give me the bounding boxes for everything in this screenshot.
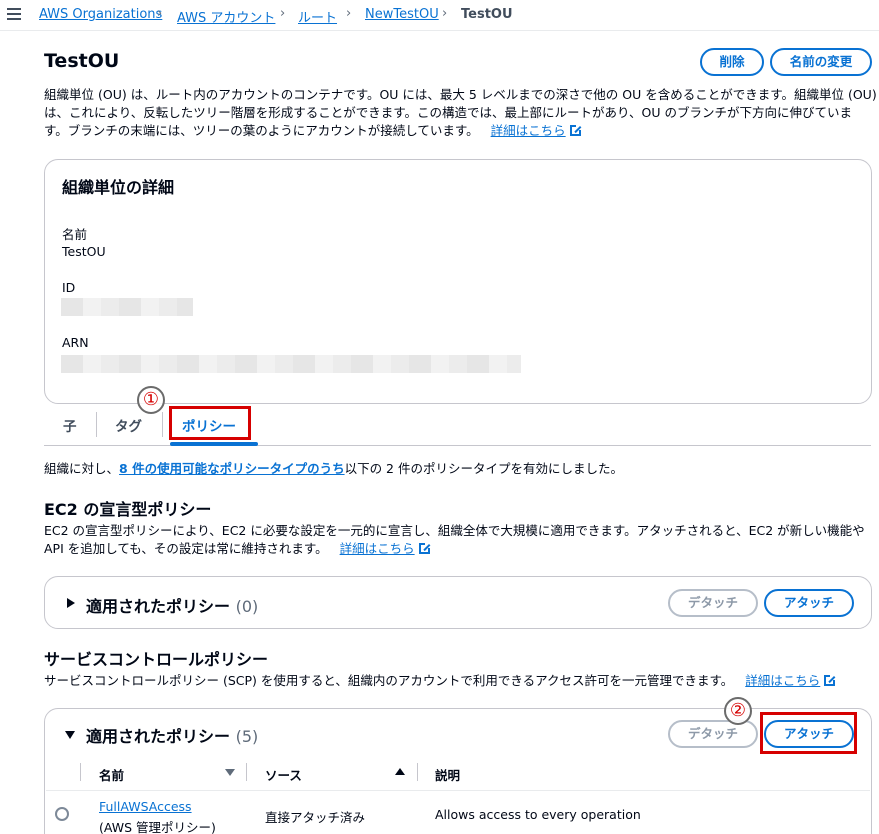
learn-more-link[interactable]: 詳細はこちら [745,673,837,688]
policy-name-link[interactable]: FullAWSAccess [99,799,192,814]
page-title: TestOU [44,50,120,72]
policy-description: Allows access to every operation [435,807,641,822]
learn-more-link[interactable]: 詳細はこちら [339,541,431,556]
arn-value-redacted [61,355,521,373]
chevron-right-icon: › [442,6,448,21]
top-navigation-bar: AWS Organizations › AWS アカウント › ルート › Ne… [0,0,879,31]
highlight-box-attach-button [760,712,857,754]
column-header-source[interactable]: ソース [265,765,302,784]
column-divider [80,763,81,781]
tab-divider [96,412,97,437]
detach-button[interactable]: デタッチ [668,589,758,617]
breadcrumb-newtestou[interactable]: NewTestOU [365,7,439,22]
chevron-right-icon: › [280,6,286,21]
name-value: TestOU [62,244,106,259]
chevron-right-icon: › [346,6,352,21]
id-label: ID [62,280,76,295]
scp-section-description: サービスコントロールポリシー (SCP) を使用すると、組織内のアカウントで利用… [44,672,837,690]
ec2-section-title: EC2 の宣言型ポリシー [44,500,212,519]
policy-count: (5) [235,727,259,746]
learn-more-link[interactable]: 詳細はこちら [490,123,582,138]
page-description-line: 組織単位 (OU) は、ルート内のアカウントのコンテナです。OU には、最大 5… [44,87,877,102]
scp-section-title: サービスコントロールポリシー [44,650,269,669]
policy-type-label: (AWS 管理ポリシー) [99,820,216,834]
ou-details-card: 組織単位の詳細 名前 TestOU ID ARN [44,159,872,404]
chevron-right-icon: › [157,6,163,21]
external-link-icon [418,542,431,554]
menu-icon[interactable] [7,8,21,20]
tab-children[interactable]: 子 [63,415,77,435]
summary-suffix: 以下の 2 件のポリシータイプを有効にしました。 [344,461,623,476]
tab-active-indicator [170,442,258,446]
ec2-section-description: API を追加しても、その設定は常に維持されます。 詳細はこちら [44,540,431,558]
row-select-radio[interactable] [55,807,69,821]
breadcrumb-aws-accounts[interactable]: AWS アカウント [177,7,275,26]
sort-caret-up-icon[interactable] [395,768,405,775]
sort-caret-down-icon[interactable] [225,769,235,776]
column-header-description[interactable]: 説明 [435,765,460,784]
ec2-desc-text: API を追加しても、その設定は常に維持されます。 [44,541,328,556]
id-value-redacted [61,298,193,316]
card-title: 組織単位の詳細 [62,178,175,197]
ec2-applied-policies-header[interactable]: 適用されたポリシー (0) [86,593,258,617]
external-link-icon [824,674,837,686]
available-policy-types-link[interactable]: 8 件の使用可能なポリシータイプのうち [119,461,345,476]
external-link-icon [569,124,582,136]
step-1-marker: ① [137,386,165,414]
page-description-line: は、これにより、反転したツリー階層を形成することができます。この構造では、最上部… [44,105,852,120]
scp-applied-policies-header[interactable]: 適用されたポリシー (5) [86,723,258,747]
delete-button[interactable]: 削除 [700,48,764,76]
highlight-box-policies-tab [169,406,251,440]
tab-underline [44,445,871,446]
learn-more-label: 詳細はこちら [490,123,566,138]
expander-title: 適用されたポリシー [86,727,231,746]
tab-tags[interactable]: タグ [115,415,142,435]
caret-right-icon[interactable] [67,598,75,608]
breadcrumb-current: TestOU [461,7,513,22]
policy-source: 直接アタッチ済み [265,810,366,825]
ec2-applied-policies-container: 適用されたポリシー (0) デタッチ アタッチ [44,576,872,629]
breadcrumb-root[interactable]: ルート [298,7,337,26]
policy-types-summary: 組織に対し、8 件の使用可能なポリシータイプのうち以下の 2 件のポリシータイプ… [44,460,623,478]
page-description-text: す。ブランチの末端には、ツリーの葉のようにアカウントが接続しています。 [44,123,479,138]
summary-prefix: 組織に対し、 [44,461,120,476]
column-header-name[interactable]: 名前 [99,765,124,784]
arn-label: ARN [62,335,89,350]
step-2-marker: ② [724,697,752,725]
caret-down-icon[interactable] [65,731,75,739]
table-row-divider [46,790,870,791]
learn-more-label: 詳細はこちら [745,673,821,688]
rename-button[interactable]: 名前の変更 [770,48,872,76]
breadcrumb-aws-organizations[interactable]: AWS Organizations [39,7,162,22]
scp-desc-text: サービスコントロールポリシー (SCP) を使用すると、組織内のアカウントで利用… [44,673,734,688]
tab-divider [162,412,163,437]
attach-button[interactable]: アタッチ [764,589,854,617]
learn-more-label: 詳細はこちら [339,541,415,556]
column-divider [417,763,418,781]
page-description-line: す。ブランチの末端には、ツリーの葉のようにアカウントが接続しています。 詳細はこ… [44,122,582,140]
ec2-section-description: EC2 の宣言型ポリシーにより、EC2 に必要な設定を一元的に宣言し、組織全体で… [44,523,865,538]
policy-count: (0) [235,597,259,616]
detach-button[interactable]: デタッチ [668,720,758,748]
name-label: 名前 [62,227,88,242]
column-divider [246,763,247,781]
expander-title: 適用されたポリシー [86,597,231,616]
